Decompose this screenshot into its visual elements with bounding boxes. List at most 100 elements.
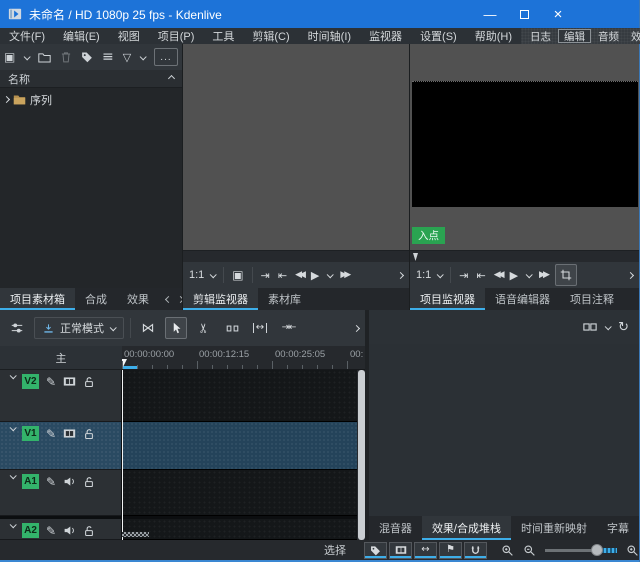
menu-item-4[interactable]: 工具 [203,28,243,44]
track-header-V1[interactable]: V1 ✎ [0,422,121,470]
add-marker-button[interactable]: ▣ [232,269,243,281]
fast-forward-button[interactable]: ▶▶ [539,270,550,280]
zoom-in-button[interactable] [626,544,639,557]
close-button[interactable]: × [541,0,575,28]
menu-item-8[interactable]: 设置(S) [411,28,466,44]
bin-more-button[interactable]: ... [153,48,179,66]
minimize-button[interactable]: — [473,0,507,28]
clip-monitor-ruler[interactable] [183,250,409,262]
project-monitor-ruler[interactable] [410,250,639,262]
bin-tab-0[interactable]: 项目素材箱 [0,288,75,310]
bin-tab-1[interactable]: 合成 [75,288,117,310]
tab-scroll-right-icon[interactable] [176,295,182,303]
collapse-track-icon[interactable] [9,372,17,380]
collapse-track-icon[interactable] [9,521,17,529]
menu-item-5[interactable]: 剪辑(C) [243,28,298,44]
video-thumbnails-toggle[interactable] [389,541,412,559]
edit-mode-dropdown[interactable]: 正常模式 [34,317,124,339]
track-header-V2[interactable]: V2 ✎ [0,370,121,422]
audio-record-icon[interactable] [63,523,76,538]
tag-toggle-button[interactable] [364,541,387,559]
play-dropdown-icon[interactable] [327,270,335,278]
timeline-settings-button[interactable] [6,317,28,339]
track-lane-A2[interactable] [122,519,357,540]
menu-item-9[interactable]: 帮助(H) [466,28,521,44]
audio-thumbnails-toggle[interactable]: ↔ [414,541,437,559]
playhead-line[interactable] [122,370,123,540]
chevron-down-icon[interactable] [604,322,612,330]
maximize-button[interactable] [507,0,541,28]
zoom-slider-handle[interactable] [590,544,603,556]
set-in-point-button[interactable]: ⇥ [459,270,468,281]
expand-icon[interactable] [2,95,11,104]
timeline-toolbar-overflow[interactable] [352,324,360,332]
fast-forward-button[interactable]: ▶▶ [340,270,351,280]
filter-button[interactable]: ▽ [123,52,131,63]
rewind-button[interactable]: ◀◀ [295,270,306,280]
slip-tool-button[interactable]: ↔ [249,317,271,339]
menu-item-6[interactable]: 时间轴(I) [299,28,360,44]
edit-track-name-icon[interactable]: ✎ [46,374,56,389]
lock-track-icon[interactable] [83,426,95,441]
workspace-tab-1[interactable]: 编辑 [558,29,592,43]
timeline-zoom-slider[interactable] [545,543,617,557]
play-button[interactable]: ▶ [510,270,518,281]
edit-track-name-icon[interactable]: ✎ [46,523,56,538]
menu-item-1[interactable]: 编辑(E) [54,28,109,44]
project-monitor-tab-0[interactable]: 项目监视器 [410,288,485,310]
play-dropdown-icon[interactable] [525,270,533,278]
effects-tab-3[interactable]: 字幕 [597,516,639,540]
toolbar-overflow-button[interactable] [396,271,405,279]
spacer-tool-button[interactable] [221,317,243,339]
delete-button[interactable] [60,51,72,63]
fit-zoom-button[interactable] [501,544,514,557]
track-lanes[interactable] [122,370,357,540]
zoom-out-button[interactable] [523,544,536,557]
edit-track-name-icon[interactable]: ✎ [46,474,56,489]
project-monitor-zoom-select[interactable]: 1:1 [416,269,445,281]
track-badge-A1[interactable]: A1 [22,474,39,489]
filter-dropdown-icon[interactable] [139,52,147,60]
bin-item-sequence[interactable]: 序列 [0,91,182,108]
clip-monitor-tab-1[interactable]: 素材库 [258,288,311,310]
project-monitor-tab-1[interactable]: 语音编辑器 [485,288,560,310]
set-out-point-button[interactable]: ⇤ [477,270,486,281]
track-header-A2[interactable]: A2 ✎ [0,519,121,540]
collapse-track-icon[interactable] [9,472,17,480]
lock-track-icon[interactable] [83,474,95,489]
bin-tab-2[interactable]: 效果 [117,288,159,310]
set-in-point-button[interactable]: ⇥ [261,270,270,281]
timeline-zone-bar[interactable] [122,366,137,369]
video-thumbnails-icon[interactable] [63,426,76,441]
timeline-horizontal-scrollbar[interactable] [122,532,149,537]
track-badge-A2[interactable]: A2 [22,523,39,538]
workspace-tab-3[interactable]: 效果 [626,29,640,43]
add-clip-dropdown-icon[interactable] [23,52,31,60]
track-lane-V2[interactable] [122,370,357,422]
video-thumbnails-icon[interactable] [63,374,76,389]
tab-scroll-left-icon[interactable] [164,295,173,303]
toolbar-overflow-button[interactable] [626,271,635,279]
audio-record-icon[interactable] [63,474,76,489]
project-monitor-tab-2[interactable]: 项目注释 [560,288,624,310]
razor-tool-button[interactable]: ✂ [193,317,215,339]
selection-tool-button[interactable] [165,317,187,339]
zone-mode-button[interactable] [554,264,577,286]
clip-monitor-zoom-select[interactable]: 1:1 [189,269,218,281]
timeline-vertical-scrollbar[interactable] [357,370,365,540]
track-header-A1[interactable]: A1 ✎ [0,470,121,516]
create-folder-button[interactable] [38,51,51,64]
effects-tab-0[interactable]: 混音器 [369,516,422,540]
set-out-point-button[interactable]: ⇤ [278,270,287,281]
lock-track-icon[interactable] [83,374,95,389]
timeline-ruler[interactable]: 00:00:00:00 00:00:12:15 00:00:25:05 00: [122,346,365,370]
collapse-track-icon[interactable] [9,424,17,432]
track-badge-V2[interactable]: V2 [22,374,39,389]
compare-effect-button[interactable] [583,320,597,334]
workspace-tab-0[interactable]: 日志 [525,29,556,43]
rewind-button[interactable]: ◀◀ [494,270,505,280]
play-button[interactable]: ▶ [311,270,319,281]
menu-item-7[interactable]: 监视器 [360,28,411,44]
effects-tab-2[interactable]: 时间重新映射 [511,516,597,540]
view-menu-button[interactable]: ≡ [102,50,114,64]
